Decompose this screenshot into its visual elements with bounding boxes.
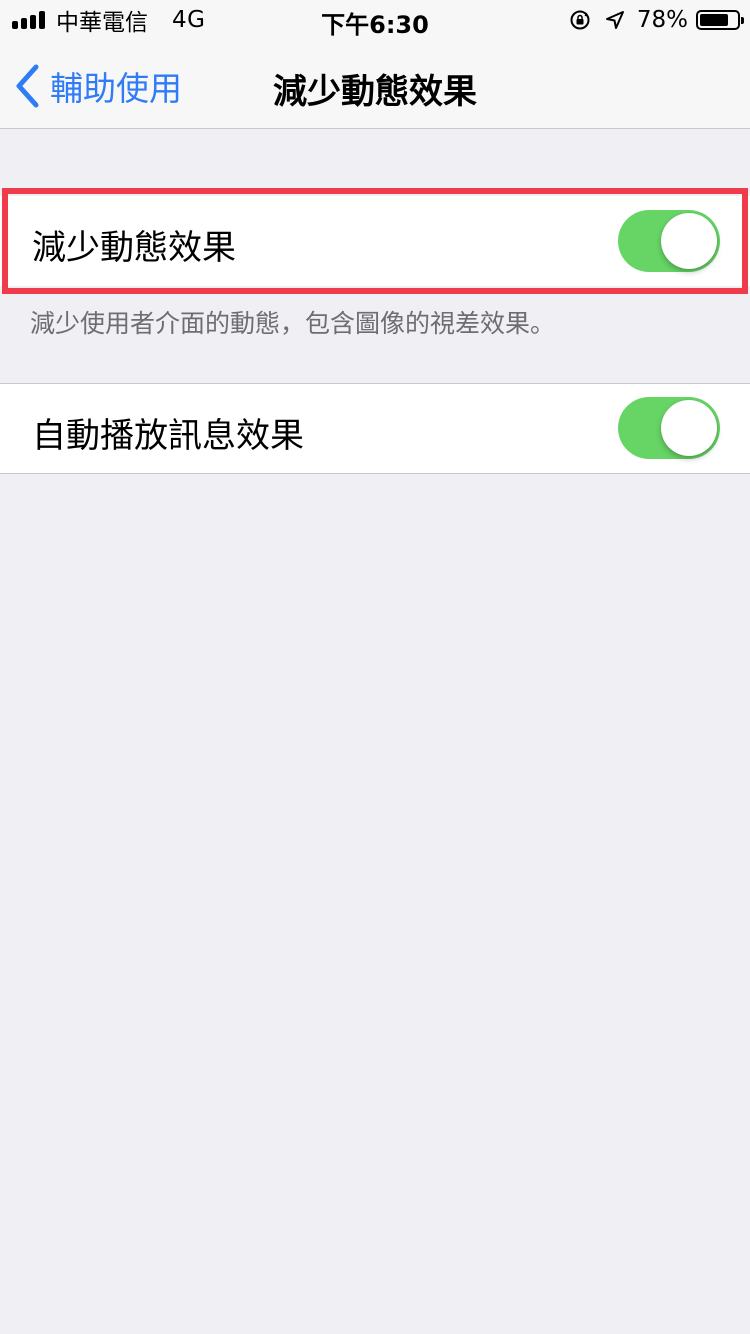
navigation-bar: 輔助使用 減少動態效果 <box>0 40 750 129</box>
page-title: 減少動態效果 <box>273 72 477 112</box>
settings-row-reduce-motion: 減少動態效果 <box>0 196 750 286</box>
status-right: 78% <box>569 6 744 34</box>
battery-nub <box>741 17 744 24</box>
auto-play-message-effects-toggle[interactable] <box>618 397 720 459</box>
status-bar: 中華電信 4G 下午6:30 78% <box>0 0 750 40</box>
battery-icon <box>696 10 744 30</box>
toggle-knob <box>661 213 717 269</box>
battery-percent: 78% <box>636 7 688 33</box>
toggle-knob <box>661 400 717 456</box>
settings-row-auto-play-message-effects: 自動播放訊息效果 <box>0 383 750 474</box>
rotation-lock-icon <box>570 10 590 30</box>
reduce-motion-footer: 減少使用者介面的動態，包含圖像的視差效果。 <box>30 309 556 338</box>
location-arrow-icon <box>605 11 624 29</box>
reduce-motion-toggle[interactable] <box>618 210 720 272</box>
reduce-motion-label: 減少動態效果 <box>32 228 236 268</box>
battery-fill <box>700 14 728 26</box>
auto-play-message-effects-label: 自動播放訊息效果 <box>32 416 304 456</box>
